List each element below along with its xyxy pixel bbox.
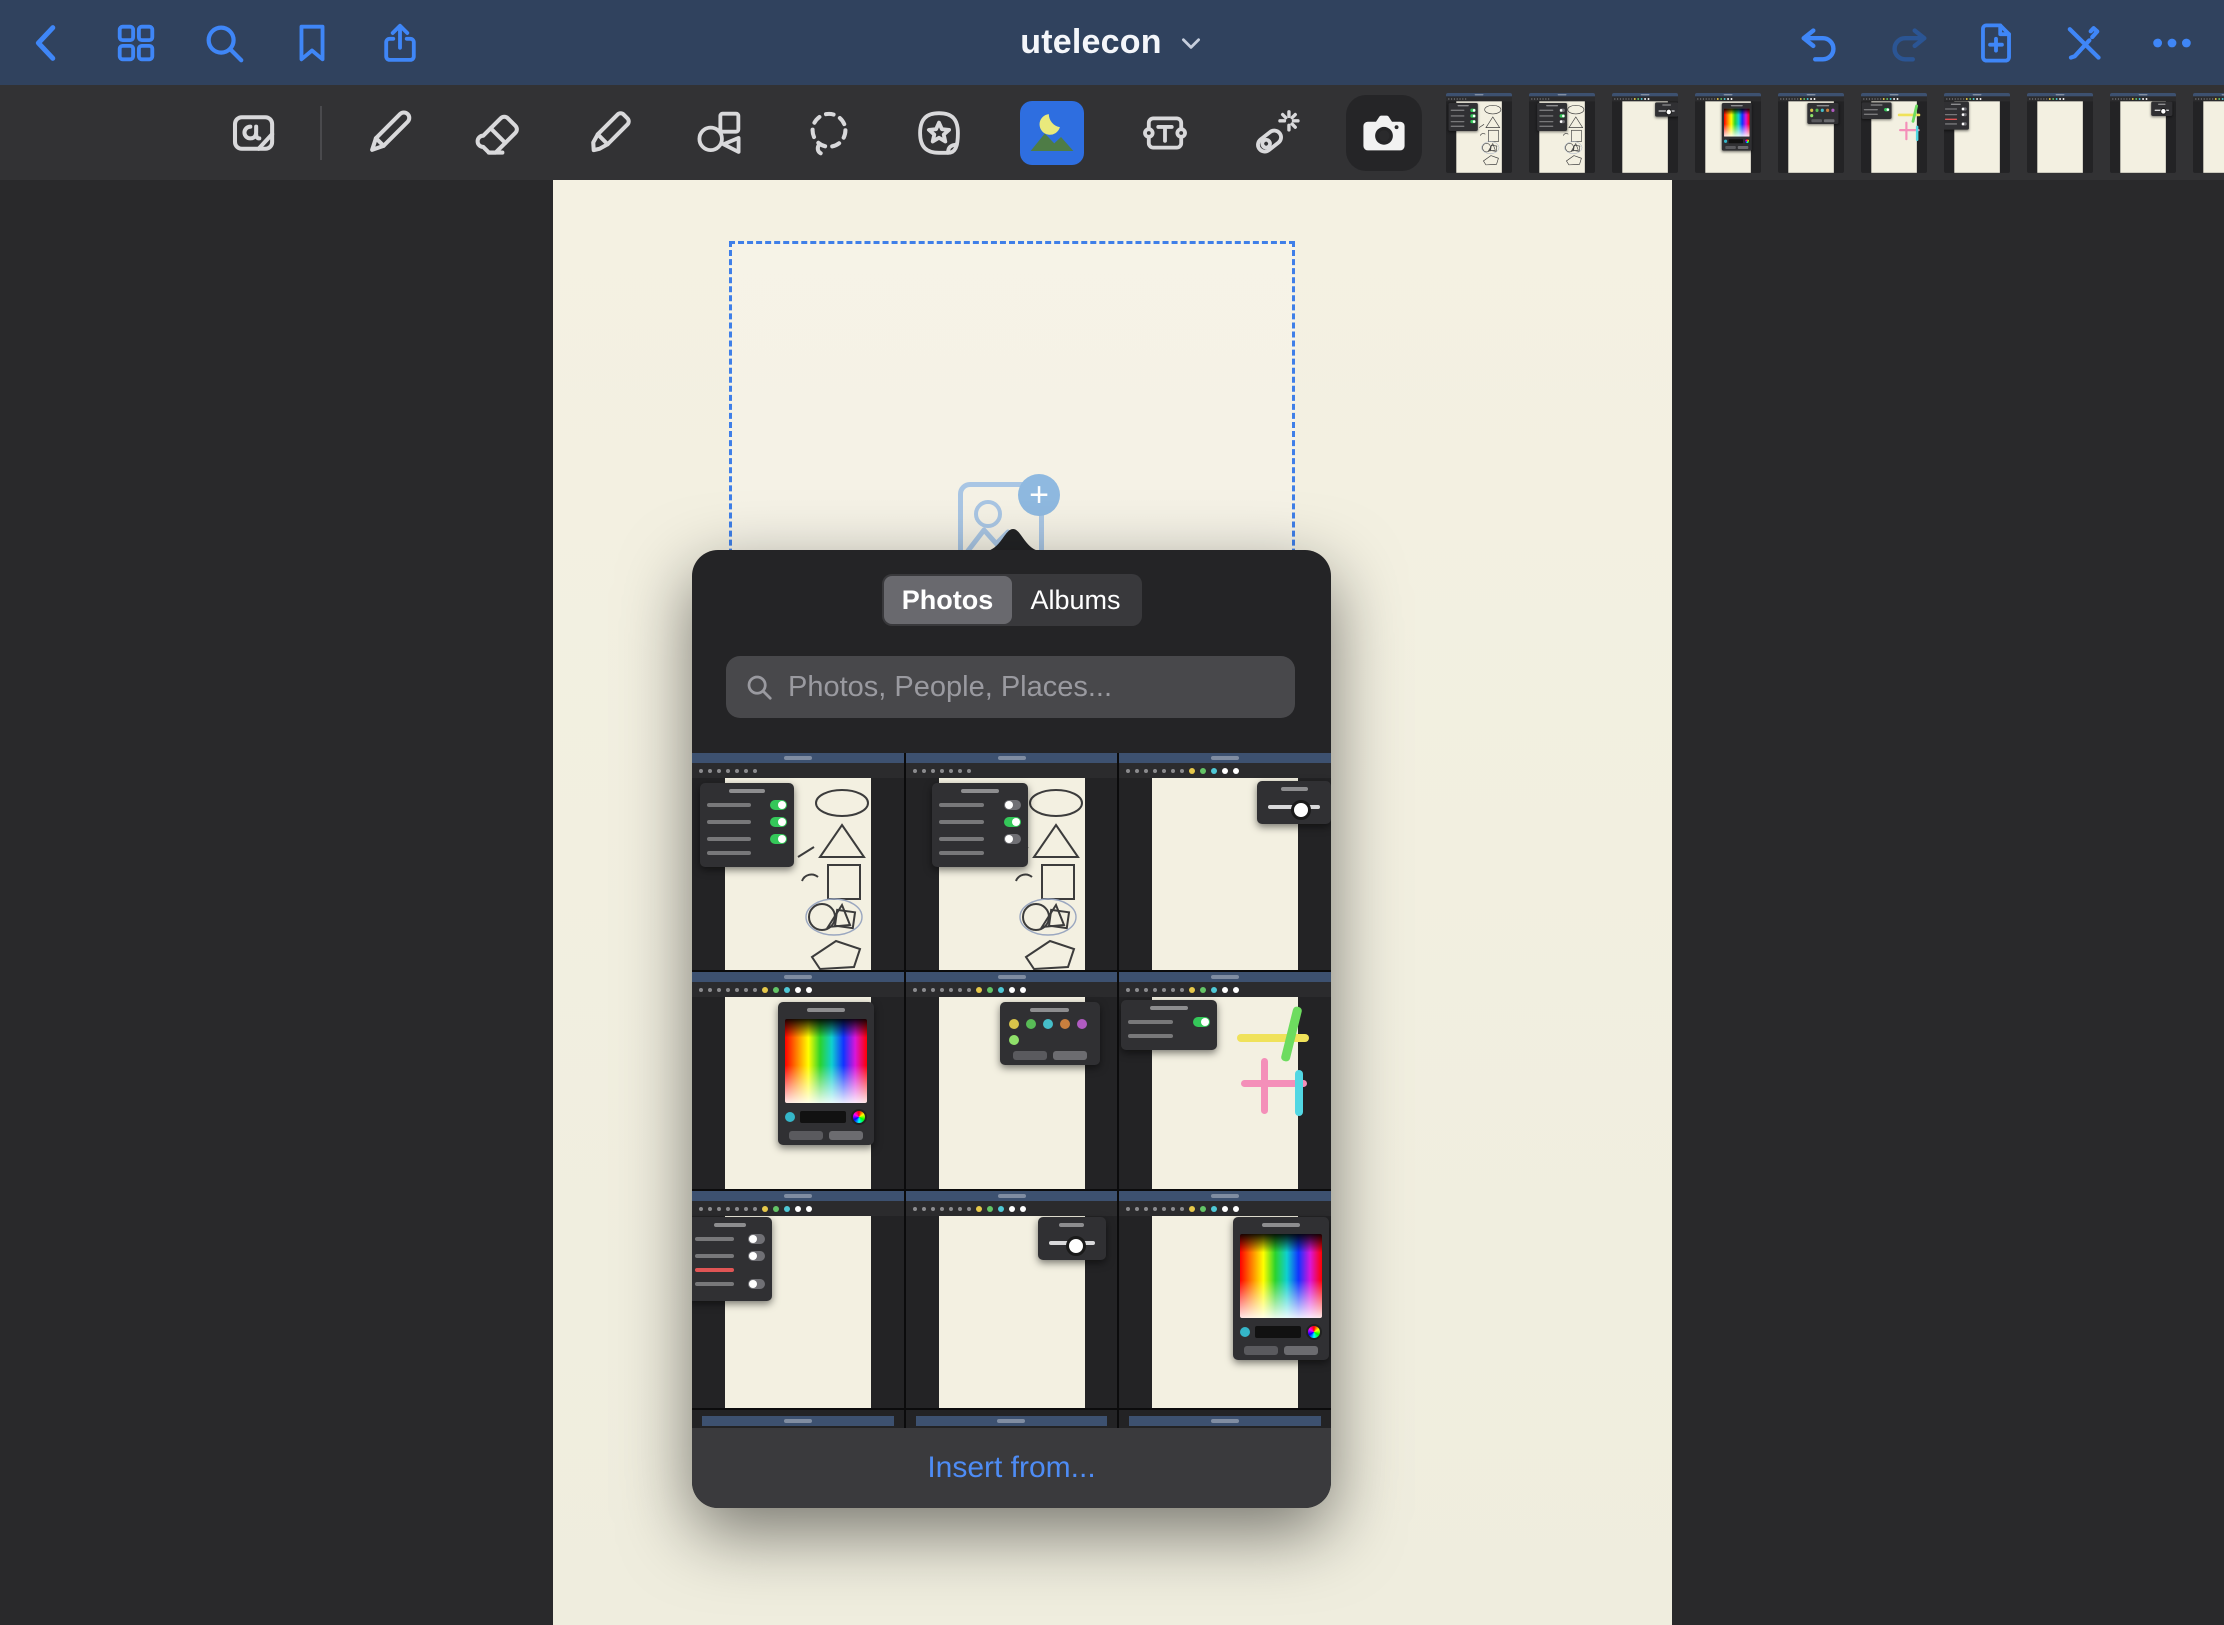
page-thumbnail[interactable]: [1695, 93, 1761, 173]
pencil-off-button[interactable]: [2060, 19, 2108, 67]
app-screenshot-thumbnail: [2027, 93, 2093, 173]
chevron-down-icon: [1178, 30, 1204, 56]
shapes-icon: [692, 106, 746, 160]
add-page-icon: [1973, 20, 2019, 66]
camera-button[interactable]: [1346, 95, 1422, 171]
photo-thumbnail-partial[interactable]: [1119, 1410, 1331, 1430]
app-screenshot-thumbnail: [1119, 972, 1331, 1189]
popup-footer: Insert from...: [692, 1428, 1331, 1508]
app-screenshot-thumbnail: [692, 753, 904, 970]
popup-arrow: [981, 522, 1045, 552]
editing-toolbar: [0, 85, 2224, 180]
add-photo-button[interactable]: +: [1018, 474, 1060, 516]
highlighter-icon: [582, 106, 636, 160]
lasso-tool[interactable]: [800, 104, 858, 162]
app-screenshot-thumbnail: [1612, 93, 1678, 173]
app-screenshot-thumbnail: [1944, 93, 2010, 173]
app-screenshot-thumbnail: [906, 753, 1118, 970]
navbar-right-group: [1796, 0, 2196, 85]
eraser-icon: [472, 106, 526, 160]
undo-button[interactable]: [1796, 19, 1844, 67]
page-thumbnail-strip[interactable]: [1446, 93, 2224, 175]
laser-pointer-tool[interactable]: [1246, 104, 1304, 162]
text-tool[interactable]: [1136, 104, 1194, 162]
app-screenshot-thumbnail: [1778, 93, 1844, 173]
photos-albums-segmented-control: Photos Albums: [882, 574, 1142, 626]
search-icon: [744, 672, 774, 702]
undo-icon: [1797, 20, 1843, 66]
app-screenshot-thumbnail: [906, 972, 1118, 1189]
laser-pointer-icon: [1248, 106, 1302, 160]
goodnotes-app-window: + utelecon Photos Albums Insert from...: [0, 0, 2224, 1625]
page-thumbnail[interactable]: [1612, 93, 1678, 173]
photos-picker-popup: Photos Albums Insert from...: [692, 550, 1331, 1508]
app-screenshot-thumbnail: [2193, 93, 2224, 173]
page-thumbnail[interactable]: [2193, 93, 2224, 173]
lasso-icon: [802, 106, 856, 160]
shapes-tool[interactable]: [690, 104, 748, 162]
photo-thumbnail[interactable]: [1119, 1191, 1331, 1408]
more-icon: [2149, 20, 2195, 66]
sticker-icon: [912, 106, 966, 160]
toolbar-divider: [320, 106, 322, 160]
more-button[interactable]: [2148, 19, 2196, 67]
page-thumbnail[interactable]: [1861, 93, 1927, 173]
redo-button[interactable]: [1884, 19, 1932, 67]
document-title: utelecon: [1020, 23, 1161, 62]
photo-thumbnail[interactable]: [692, 972, 904, 1189]
pen-icon: [362, 106, 416, 160]
photo-icon: [1025, 106, 1079, 160]
app-screenshot-thumbnail: [1861, 93, 1927, 173]
app-screenshot-thumbnail: [692, 972, 904, 1189]
camera-icon: [1358, 107, 1410, 159]
app-screenshot-thumbnail: [1119, 753, 1331, 970]
photo-thumbnail[interactable]: [692, 1191, 904, 1408]
page-thumbnail[interactable]: [1446, 93, 1512, 173]
photo-thumbnail[interactable]: [1119, 972, 1331, 1189]
photo-thumbnail[interactable]: [906, 1191, 1118, 1408]
app-screenshot-thumbnail: [1446, 93, 1512, 173]
photo-grid: [692, 753, 1331, 1428]
eraser-tool[interactable]: [470, 104, 528, 162]
app-screenshot-thumbnail: [2110, 93, 2176, 173]
pencil-off-icon: [2061, 20, 2107, 66]
tool-group: [224, 85, 1304, 180]
page-thumbnail[interactable]: [2027, 93, 2093, 173]
app-screenshot-thumbnail: [1529, 93, 1595, 173]
photo-thumbnail[interactable]: [906, 753, 1118, 970]
zoom-window-tool[interactable]: [224, 104, 282, 162]
pen-tool[interactable]: [360, 104, 418, 162]
tab-photos[interactable]: Photos: [884, 576, 1012, 624]
photo-thumbnail-partial[interactable]: [906, 1410, 1118, 1430]
app-screenshot-thumbnail: [692, 1191, 904, 1408]
page-thumbnail[interactable]: [1944, 93, 2010, 173]
app-screenshot-thumbnail: [906, 1191, 1118, 1408]
page-thumbnail[interactable]: [1529, 93, 1595, 173]
redo-icon: [1885, 20, 1931, 66]
navigation-bar: utelecon: [0, 0, 2224, 85]
text-icon: [1138, 106, 1192, 160]
tab-albums[interactable]: Albums: [1012, 576, 1140, 624]
insert-from-button[interactable]: Insert from...: [921, 1450, 1101, 1486]
photo-thumbnail[interactable]: [906, 972, 1118, 1189]
photo-thumbnail[interactable]: [692, 753, 904, 970]
photos-search-input[interactable]: [786, 670, 1277, 705]
app-screenshot-thumbnail: [1695, 93, 1761, 173]
photo-thumbnail[interactable]: [1119, 753, 1331, 970]
photo-tool[interactable]: [1020, 101, 1084, 165]
photos-search-bar: [726, 656, 1295, 718]
zoom-window-icon: [226, 106, 280, 160]
app-screenshot-thumbnail: [1119, 1191, 1331, 1408]
highlighter-tool[interactable]: [580, 104, 638, 162]
add-page-button[interactable]: [1972, 19, 2020, 67]
sticker-tool[interactable]: [910, 104, 968, 162]
photo-thumbnail-partial[interactable]: [692, 1410, 904, 1430]
page-thumbnail[interactable]: [1778, 93, 1844, 173]
page-thumbnail[interactable]: [2110, 93, 2176, 173]
